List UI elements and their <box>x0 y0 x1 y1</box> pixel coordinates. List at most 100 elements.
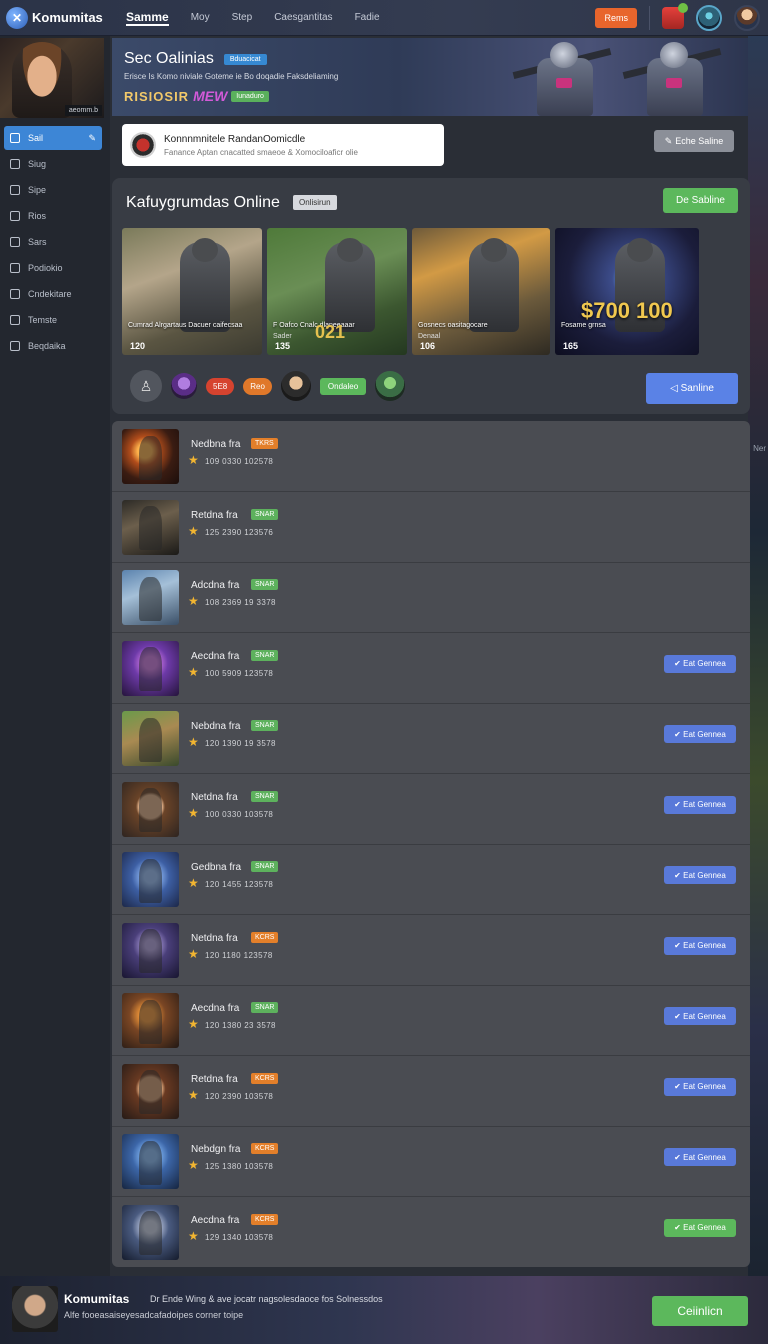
item-action-button[interactable]: ✔ Eat Gennea <box>664 936 736 955</box>
bottom-cta-button[interactable]: Ceiinlicn <box>652 1296 748 1326</box>
game-thumbnail[interactable] <box>122 993 179 1048</box>
soldier-figure <box>325 238 375 332</box>
list-item[interactable]: Retdna fra SNAR ★ 125 2390 123576 <box>112 492 750 563</box>
game-thumbnail[interactable] <box>122 922 179 978</box>
hero-banner[interactable]: Sec Oalinias Bduacicat Erisce Is Komo ni… <box>112 38 748 116</box>
item-action-button[interactable]: ✔ Eat Gennea <box>664 1148 736 1166</box>
home-icon <box>10 133 20 143</box>
nav-link-caesgantitas[interactable]: Caesgantitas <box>274 12 332 23</box>
featured-top-button[interactable]: De Sabline <box>663 188 738 213</box>
nav-link-fadie[interactable]: Fadie <box>355 12 380 23</box>
search-texts: Konnnmnitele RandanOomicdle Fanance Apta… <box>164 134 358 157</box>
sidebar-item-podiokio[interactable]: Podiokio <box>4 256 102 280</box>
item-action-button[interactable]: ✔ Eat Gennea <box>664 1218 736 1237</box>
user-add-icon[interactable]: ♙ <box>130 370 162 402</box>
card-sub: Sader <box>273 333 292 340</box>
edit-icon[interactable]: ✎ <box>88 133 96 144</box>
member-avatar[interactable] <box>375 371 406 401</box>
item-name: Aecdna fra <box>191 650 240 662</box>
list-item[interactable]: Netdna fra SNAR ★ 100 0330 103578 ✔ Eat Genn… <box>112 774 750 845</box>
nav-link-step[interactable]: Step <box>232 12 253 23</box>
list-item[interactable]: Retdna fra KCRS ★ 120 2390 103578 ✔ Eat Genn… <box>112 1056 750 1127</box>
member-avatar[interactable] <box>280 371 311 401</box>
nav-link-moy[interactable]: Moy <box>191 12 210 23</box>
game-thumbnail[interactable] <box>122 781 179 837</box>
list-item[interactable]: Aecdna fra SNAR ★ 120 1380 23 3578 ✔ Eat Gen… <box>112 985 750 1056</box>
sidebar-item-sars[interactable]: Sars <box>4 230 102 254</box>
item-name: Nebdna fra <box>191 721 241 732</box>
community-avatar[interactable] <box>12 1286 58 1332</box>
item-tag: SNAR <box>251 579 279 590</box>
featured-card[interactable]: F Oafco Cnalc dlaneeaaar Sader 135 021 <box>267 228 407 355</box>
controller-icon <box>10 237 20 247</box>
pill-reo[interactable]: Reo <box>243 377 272 395</box>
top-nav: Samme Moy Step Caesgantitas Fadie <box>126 10 402 26</box>
list-item[interactable]: Nebdna fra SNAR ★ 120 1390 19 3578 ✔ Eat Gen… <box>112 703 750 774</box>
search-subtitle: Fanance Aptan cnacatted smaeoe & Xomocil… <box>164 147 358 157</box>
list-item[interactable]: Aecdna fra SNAR ★ 100 5909 123578 ✔ Eat Genn… <box>112 633 750 704</box>
card-count: 135 <box>275 341 291 351</box>
check-icon: ✔ <box>674 800 684 809</box>
list-item[interactable]: Netdna fra KCRS ★ 120 1180 123578 ✔ Eat Genn… <box>112 915 750 986</box>
nav-link-samme[interactable]: Samme <box>126 10 169 26</box>
game-thumbnail[interactable] <box>122 852 179 907</box>
star-icon: ★ <box>188 594 199 608</box>
item-action-button[interactable]: ✔ Eat Gennea <box>664 866 736 884</box>
item-action-button[interactable]: ✔ Eat Gennea <box>664 795 736 814</box>
check-icon: ✔ <box>674 1082 684 1091</box>
list-item[interactable]: Adcdna fra SNAR ★ 108 2369 19 3378 <box>112 562 750 633</box>
sidebar-item-sipe[interactable]: Sipe <box>4 178 102 202</box>
member-avatar[interactable] <box>171 373 197 399</box>
banner-badge: Bduacicat <box>223 53 267 65</box>
rems-button[interactable]: Rems <box>595 8 637 28</box>
sidebar-item-beqdaika[interactable]: Beqdaika <box>4 334 102 358</box>
item-name: Nedbna fra <box>191 439 241 450</box>
featured-card[interactable]: $700 100 Fosame grnsa 165 <box>555 228 699 355</box>
featured-card[interactable]: Gosnecs oasitagocare Denaal 106 <box>412 228 550 355</box>
game-thumbnail[interactable] <box>122 1134 179 1189</box>
list-item[interactable]: Nedbna fra TKRS ★ 109 0330 102578 <box>112 421 750 492</box>
item-action-button[interactable]: ✔ Eat Gennea <box>664 1077 736 1096</box>
banner-subtitle: Erisce Is Komo niviale Goteme ie Bo doqa… <box>124 72 339 81</box>
pill-5e8[interactable]: 5E8 <box>206 377 235 395</box>
game-thumbnail[interactable] <box>122 429 179 484</box>
send-button[interactable]: ◁ Sanline <box>646 373 738 404</box>
list-item[interactable]: Aecdna fra KCRS ★ 129 1340 103578 ✔ Eat Genn… <box>112 1197 750 1267</box>
gift-icon[interactable] <box>662 3 688 29</box>
featured-card[interactable]: Cumrad Alrgartaus Dacuer caifecsaa 120 <box>122 228 262 355</box>
game-thumbnail[interactable] <box>122 640 179 696</box>
game-thumbnail[interactable] <box>122 1204 179 1260</box>
search-card[interactable]: Konnnmnitele RandanOomicdle Fanance Apta… <box>122 124 444 166</box>
banner-tag-risiosir: RISIOSIR <box>124 88 190 104</box>
bottom-title: Komumitas <box>64 1292 130 1306</box>
game-thumbnail[interactable] <box>122 1063 179 1119</box>
sidebar-item-label: Siug <box>28 159 47 169</box>
item-action-label: Eat Gennea <box>683 870 726 880</box>
game-thumbnail[interactable] <box>122 499 179 555</box>
sidebar-item-temste[interactable]: Temste <box>4 308 102 332</box>
item-name: Netdna fra <box>191 791 238 803</box>
game-thumbnail[interactable] <box>122 711 179 766</box>
pencil-icon: ✎ <box>664 135 673 146</box>
sidebar-item-siug[interactable]: Siug <box>4 152 102 176</box>
pill-ondaleo[interactable]: Ondaleo <box>319 377 367 395</box>
item-action-button[interactable]: ✔ Eat Gennea <box>664 1007 736 1025</box>
item-action-button[interactable]: ✔ Eat Gennea <box>664 654 736 673</box>
profile-card[interactable]: aeomm.b <box>0 38 104 118</box>
sidebar-item-rios[interactable]: Rios <box>4 204 102 228</box>
app-logo[interactable]: ✕ Komumitas <box>6 6 118 29</box>
item-action-button[interactable]: ✔ Eat Gennea <box>664 725 736 743</box>
item-action-label: Eat Gennea <box>683 659 726 668</box>
item-action-label: Eat Gennea <box>683 1011 726 1021</box>
game-thumbnail[interactable] <box>122 570 179 625</box>
user-avatar[interactable] <box>734 5 760 31</box>
edit-button[interactable]: ✎ Eche Saline <box>654 130 734 152</box>
item-stats: 120 1380 23 3578 <box>205 1021 276 1030</box>
item-stats: 125 2390 123576 <box>205 527 274 537</box>
sidebar-item-sail[interactable]: Sail ✎ <box>4 126 102 150</box>
sidebar-item-cndekitare[interactable]: Cndekitare <box>4 282 102 306</box>
list-item[interactable]: Nebdgn fra KCRS ★ 125 1380 103578 ✔ Eat Genn… <box>112 1126 750 1197</box>
item-stats: 109 0330 102578 <box>205 457 274 466</box>
list-item[interactable]: Gedbna fra SNAR ★ 120 1455 123578 ✔ Eat Genn… <box>112 844 750 915</box>
notification-avatar[interactable] <box>696 5 722 31</box>
